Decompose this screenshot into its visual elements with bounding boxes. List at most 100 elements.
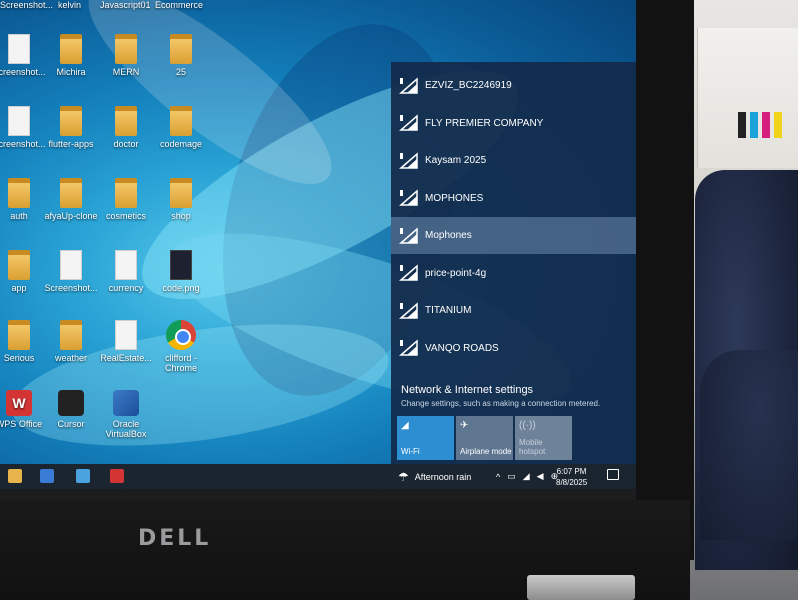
wifi-signal-icon bbox=[399, 264, 419, 282]
cursor-app-icon bbox=[58, 390, 84, 416]
taskbar: ☂ Afternoon rain ^ ▭ ◢ ◀ ⊕ 6:07 PM 8/8/2… bbox=[0, 464, 636, 489]
wifi-network-item[interactable]: EZVIZ_BC2246919 bbox=[391, 67, 636, 104]
desktop-icon[interactable]: Oracle VirtualBox bbox=[95, 390, 157, 439]
airplane-tile-label: Airplane mode bbox=[460, 447, 512, 456]
wifi-network-item[interactable]: MOPHONES bbox=[391, 180, 636, 217]
wifi-toggle-tile[interactable]: ◢ Wi-Fi bbox=[397, 416, 454, 460]
clock-date: 8/8/2025 bbox=[556, 478, 588, 487]
chrome-icon bbox=[166, 320, 196, 350]
wifi-network-item[interactable]: price-point-4g bbox=[391, 255, 636, 292]
desktop-icon-label: cosmetics bbox=[105, 211, 146, 221]
laptop-bezel-right bbox=[636, 0, 694, 560]
folder-icon bbox=[60, 320, 82, 350]
folder-icon bbox=[115, 34, 137, 64]
folder-icon bbox=[170, 106, 192, 136]
file-icon bbox=[115, 250, 137, 280]
desktop-icon[interactable]: RealEstate... bbox=[95, 320, 157, 363]
desktop-icon[interactable]: code.png bbox=[150, 250, 212, 293]
printer-box bbox=[697, 28, 798, 168]
desktop-icon[interactable]: weather bbox=[40, 320, 102, 363]
desktop-icon[interactable]: shop bbox=[150, 178, 212, 221]
folder-icon bbox=[170, 34, 192, 64]
desktop-icon[interactable]: 25 bbox=[150, 34, 212, 77]
clock-time: 6:07 PM bbox=[556, 467, 587, 476]
desktop-icon-label: Serious bbox=[3, 353, 35, 363]
file-icon bbox=[8, 106, 30, 136]
battery-icon[interactable]: ▭ bbox=[507, 471, 516, 482]
volume-icon[interactable]: ◀ bbox=[537, 471, 544, 482]
folder-icon bbox=[60, 178, 82, 208]
store-icon[interactable] bbox=[40, 469, 54, 483]
hotspot-tile-label: Mobile hotspot bbox=[519, 438, 546, 456]
folder-icon bbox=[60, 34, 82, 64]
wifi-signal-icon bbox=[399, 114, 419, 132]
desktop-label-top: Ecommerce bbox=[155, 0, 204, 10]
mail-icon[interactable] bbox=[76, 469, 90, 483]
wifi-network-item[interactable]: VANQO ROADS bbox=[391, 330, 636, 367]
wifi-network-item[interactable]: TITANIUM bbox=[391, 292, 636, 329]
wifi-network-item[interactable]: Kaysam 2025 bbox=[391, 142, 636, 179]
desktop-icon-label: 25 bbox=[175, 67, 186, 77]
airplane-mode-tile[interactable]: ✈ Airplane mode bbox=[456, 416, 513, 460]
chevron-up-icon[interactable]: ^ bbox=[496, 472, 500, 482]
virtualbox-icon bbox=[113, 390, 139, 416]
desktop-icon[interactable]: MERN bbox=[95, 34, 157, 77]
desktop-label-top: kelvin bbox=[58, 0, 82, 10]
desktop-icon-label: app bbox=[11, 283, 27, 293]
desktop-icon-label: Screenshot... bbox=[44, 283, 98, 293]
desktop-icon[interactable]: currency bbox=[95, 250, 157, 293]
weather-widget[interactable]: ☂ Afternoon rain bbox=[398, 464, 471, 489]
desktop-icon-label: WPS Office bbox=[0, 419, 43, 429]
file-icon bbox=[8, 34, 30, 64]
dell-logo: DELL bbox=[138, 526, 212, 551]
desktop-icon-label: shop bbox=[171, 211, 191, 221]
clock[interactable]: 6:07 PM 8/8/2025 bbox=[556, 466, 587, 488]
wifi-signal-icon bbox=[399, 301, 419, 320]
desktop-label-top: Screenshot... bbox=[0, 0, 54, 10]
image-file-icon bbox=[170, 250, 192, 280]
desktop-icon[interactable]: Cursor bbox=[40, 390, 102, 429]
weather-label: Afternoon rain bbox=[414, 471, 472, 482]
network-flyout: EZVIZ_BC2246919 FLY PREMIER COMPANY Kaysam… bbox=[391, 62, 636, 464]
wifi-icon: ◢ bbox=[401, 420, 409, 431]
wifi-network-name: TITANIUM bbox=[425, 305, 472, 316]
wifi-network-name: price-point-4g bbox=[425, 267, 487, 279]
desktop-icon[interactable]: clifford - Chrome bbox=[150, 320, 212, 373]
wifi-network-name: VANQO ROADS bbox=[425, 342, 499, 354]
file-icon bbox=[115, 320, 137, 350]
desktop-icon[interactable]: Screenshot... bbox=[40, 250, 102, 293]
desktop-icon[interactable]: afyaUp-clone bbox=[40, 178, 102, 221]
desktop-icon-label: Screenshot... bbox=[0, 139, 46, 149]
wifi-network-item[interactable]: Mophones bbox=[391, 217, 636, 254]
desktop-icon-label: Michira bbox=[56, 67, 86, 77]
network-settings-title[interactable]: Network & Internet settings bbox=[401, 384, 600, 396]
file-explorer-icon[interactable] bbox=[8, 469, 22, 483]
network-settings-link[interactable]: Network & Internet settings Change setti… bbox=[401, 384, 600, 408]
wifi-network-item[interactable]: FLY PREMIER COMPANY bbox=[391, 105, 636, 142]
desktop-icon-label: doctor bbox=[113, 139, 139, 149]
wifi-network-name: Kaysam 2025 bbox=[425, 155, 487, 166]
folder-icon bbox=[8, 250, 30, 280]
folder-icon bbox=[170, 178, 192, 208]
desktop-icon[interactable]: cosmetics bbox=[95, 178, 157, 221]
system-tray: ^ ▭ ◢ ◀ ⊕ bbox=[496, 464, 558, 489]
network-icon[interactable]: ◢ bbox=[523, 471, 530, 482]
notification-icon[interactable] bbox=[607, 469, 619, 480]
desktop-icon[interactable]: Michira bbox=[40, 34, 102, 77]
desktop-icon-label: RealEstate... bbox=[100, 353, 152, 363]
wifi-signal-icon bbox=[399, 226, 419, 245]
wps-office-icon: W bbox=[6, 390, 32, 416]
desktop-icon[interactable]: doctor bbox=[95, 106, 157, 149]
desktop-icon[interactable]: flutter-apps bbox=[40, 106, 102, 149]
desktop-icon[interactable]: codemage bbox=[150, 106, 212, 149]
wps-taskbar-icon[interactable] bbox=[110, 469, 124, 483]
file-icon bbox=[60, 250, 82, 280]
wifi-signal-icon bbox=[399, 339, 419, 357]
desktop-icon-label: flutter-apps bbox=[48, 139, 94, 149]
rain-cloud-icon: ☂ bbox=[398, 469, 409, 484]
wifi-signal-icon bbox=[399, 76, 419, 95]
mobile-hotspot-tile[interactable]: ((·)) Mobile hotspot bbox=[515, 416, 572, 460]
desktop-icon-label: Screenshot... bbox=[0, 67, 46, 77]
folder-icon bbox=[115, 178, 137, 208]
desktop-icon-label: Cursor bbox=[57, 419, 85, 429]
